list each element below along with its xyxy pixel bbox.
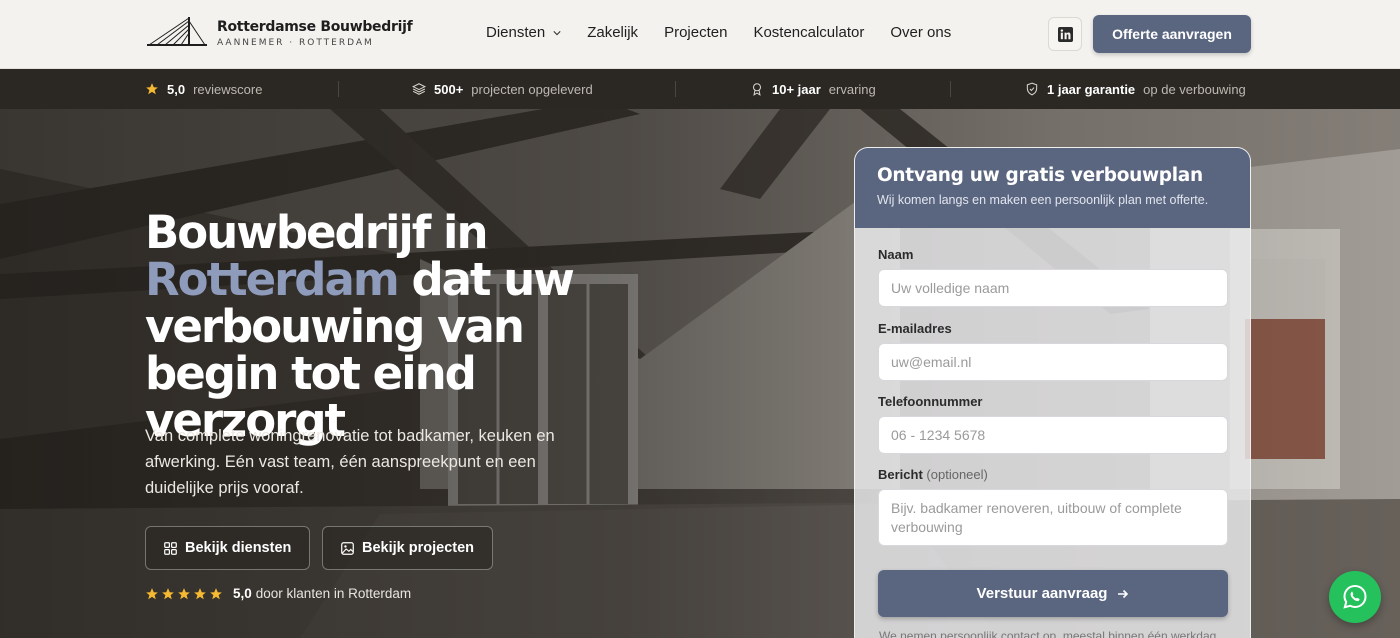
view-services-button[interactable]: Bekijk diensten: [145, 526, 311, 570]
hero-title-accent: Rotterdam: [145, 253, 400, 306]
logo-subtitle: AANNEMER · ROTTERDAM: [217, 37, 374, 48]
stats-bar: 5,0 reviewscore 500+ projecten opgelever…: [0, 69, 1400, 109]
nav-label: Over ons: [890, 24, 952, 41]
stat-text: op de verbouwing: [1143, 81, 1246, 97]
form-subtitle: Wij komen langs en maken een persoonlijk…: [877, 193, 1209, 207]
nav-item-over-ons[interactable]: Over ons: [890, 24, 951, 41]
message-label-text: Bericht: [878, 467, 923, 482]
linkedin-button[interactable]: [1048, 17, 1082, 51]
name-input[interactable]: [878, 269, 1228, 307]
hero-lead: Van complete woningrenovatie tot badkame…: [145, 427, 555, 497]
star-icon: [162, 587, 174, 599]
request-quote-button[interactable]: Offerte aanvragen: [1093, 15, 1251, 53]
hero-title-line1: Bouwbedrijf in: [145, 206, 489, 259]
stat-value: 1 jaar garantie: [1047, 81, 1136, 97]
nav-item-diensten[interactable]: Diensten: [486, 24, 561, 41]
stat-projects: 500+ projecten opgeleverd: [412, 69, 593, 109]
nav-label: Zakelijk: [587, 24, 639, 41]
rating-value: 5,0: [233, 586, 252, 601]
email-input[interactable]: [878, 343, 1228, 381]
nav-label: Projecten: [664, 24, 728, 41]
nav-item-projecten[interactable]: Projecten: [664, 24, 727, 41]
nav-item-kostencalculator[interactable]: Kostencalculator: [753, 24, 864, 41]
star-icon: [146, 587, 158, 599]
stat-text: projecten opgeleverd: [471, 81, 593, 97]
main-nav: Diensten Zakelijk Projecten Kostencalcul…: [486, 24, 977, 41]
site-header: Rotterdamse Bouwbedrijf AANNEMER · ROTTE…: [0, 0, 1400, 69]
message-optional: (optioneel): [926, 467, 988, 482]
rating-text: door klanten in Rotterdam: [255, 586, 412, 601]
nav-label: Diensten: [486, 24, 546, 41]
message-textarea[interactable]: [878, 489, 1228, 546]
divider: [675, 81, 676, 97]
stat-text: reviewscore: [193, 81, 263, 97]
form-header: Ontvang uw gratis verbouwplan Wij komen …: [855, 148, 1250, 228]
shield-check-icon: [1026, 82, 1038, 96]
layers-icon: [412, 83, 426, 95]
star-icon: [194, 587, 206, 599]
form-footnote: We nemen persoonlijk contact op, meestal…: [879, 629, 1220, 638]
button-label: Bekijk diensten: [185, 540, 292, 556]
whatsapp-icon: [1343, 584, 1367, 609]
star-icon: [210, 587, 222, 599]
stat-warranty: 1 jaar garantie op de verbouwing: [1025, 69, 1246, 109]
stat-value: 5,0: [167, 81, 186, 97]
stat-value: 500+: [434, 81, 464, 97]
nav-item-zakelijk[interactable]: Zakelijk: [587, 24, 638, 41]
award-icon: [752, 83, 762, 96]
button-label: Bekijk projecten: [362, 540, 475, 556]
star-icon: [178, 587, 190, 599]
bridge-logo-icon: [147, 17, 207, 46]
image-icon: [341, 541, 354, 555]
submit-button[interactable]: Verstuur aanvraag: [878, 570, 1228, 617]
star-icon: [146, 83, 158, 95]
phone-label: Telefoonnummer: [878, 394, 983, 409]
logo[interactable]: Rotterdamse Bouwbedrijf AANNEMER · ROTTE…: [145, 15, 413, 51]
whatsapp-button[interactable]: [1329, 571, 1381, 623]
stat-reviewscore: 5,0 reviewscore: [145, 69, 262, 109]
stat-text: ervaring: [828, 81, 876, 97]
submit-label: Verstuur aanvraag: [976, 585, 1108, 602]
name-label: Naam: [878, 247, 914, 262]
stat-value: 10+ jaar: [772, 81, 821, 97]
phone-input[interactable]: [878, 416, 1228, 454]
divider: [950, 81, 951, 97]
quote-form-card: Ontvang uw gratis verbouwplan Wij komen …: [854, 147, 1251, 638]
nav-label: Kostencalculator: [753, 24, 865, 41]
grid-icon: [164, 541, 177, 555]
logo-title: Rotterdamse Bouwbedrijf: [217, 18, 413, 35]
hero-section: Bouwbedrijf in Rotterdam dat uw verbouwi…: [0, 109, 1400, 638]
hero-rating: 5,0 door klanten in Rotterdam: [145, 586, 411, 601]
chevron-down-icon: [553, 30, 561, 35]
form-title: Ontvang uw gratis verbouwplan: [877, 165, 1203, 186]
hero-title: Bouwbedrijf in Rotterdam dat uw verbouwi…: [145, 209, 665, 444]
message-label: Bericht (optioneel): [878, 467, 988, 482]
view-projects-button[interactable]: Bekijk projecten: [322, 526, 494, 570]
divider: [338, 81, 339, 97]
linkedin-icon: [1057, 26, 1073, 42]
rating-stars: [145, 587, 225, 601]
arrow-right-icon: [1118, 589, 1129, 598]
email-label: E-mailadres: [878, 321, 952, 336]
stat-experience: 10+ jaar ervaring: [750, 69, 876, 109]
